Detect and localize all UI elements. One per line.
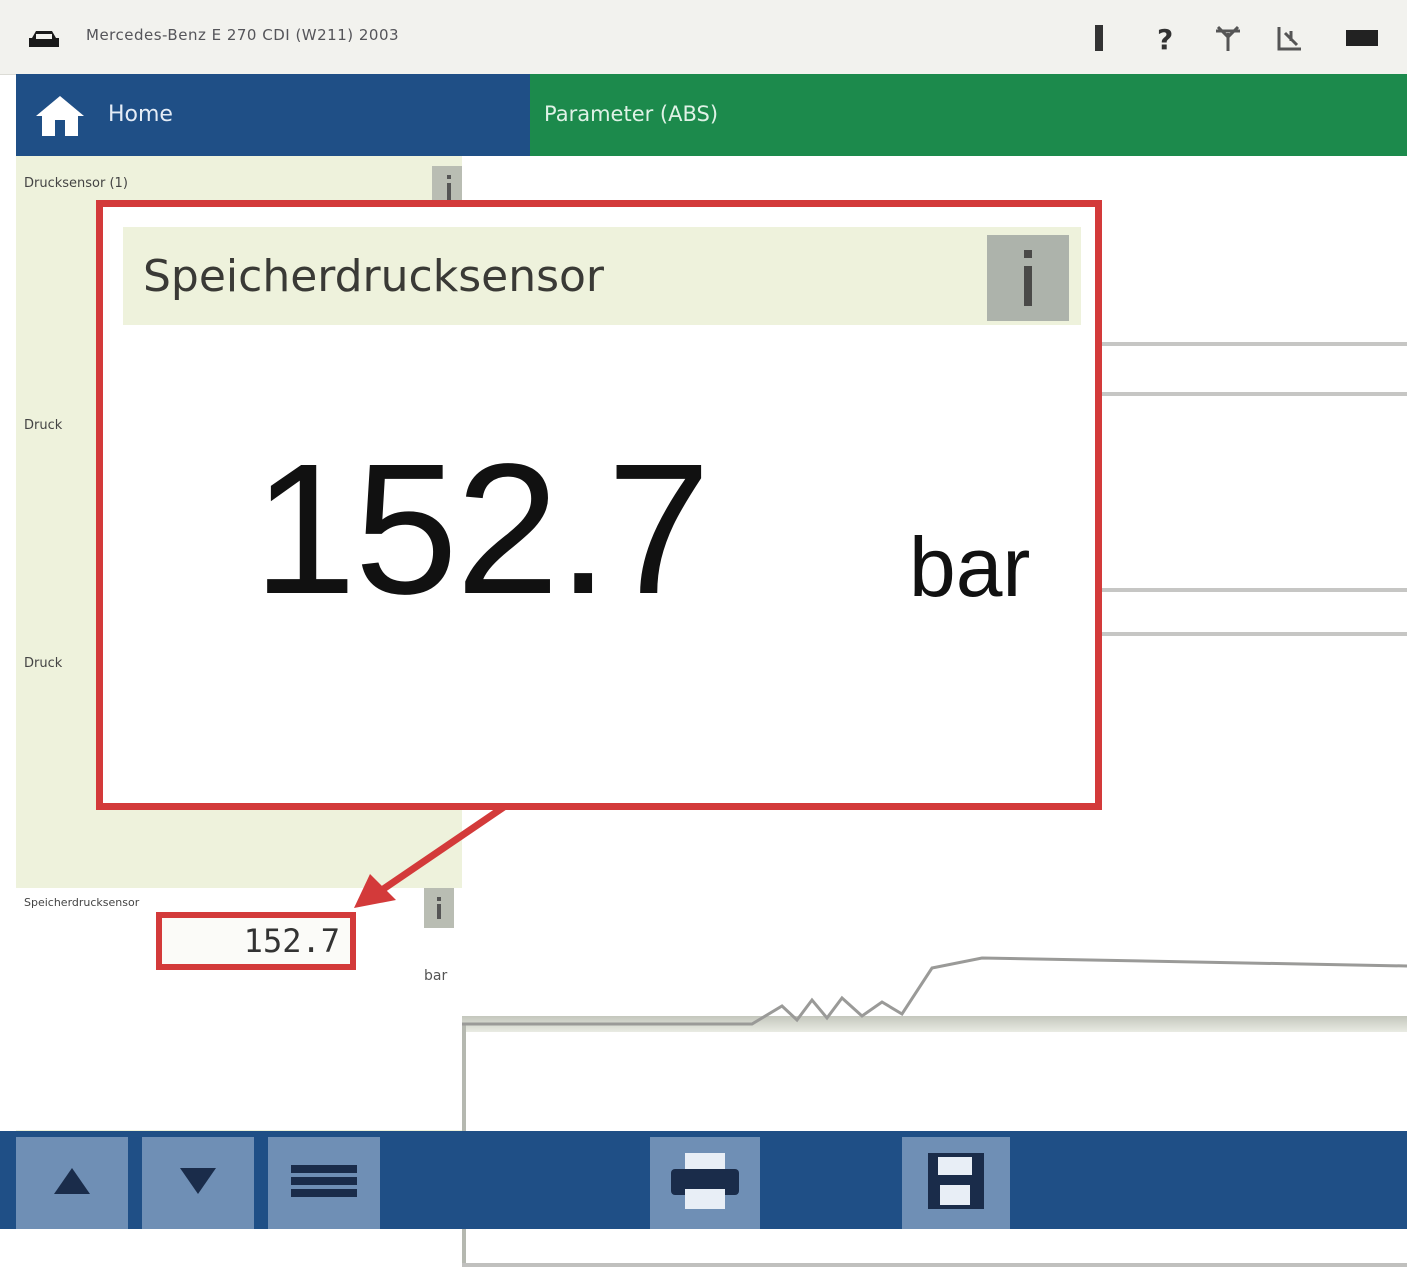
menu-button[interactable]: [268, 1137, 380, 1229]
home-tab[interactable]: Home: [16, 74, 530, 156]
signal-icon: [1210, 20, 1246, 56]
window-title: Mercedes-Benz E 270 CDI (W211) 2003: [86, 26, 400, 44]
home-label: Home: [108, 102, 173, 127]
svg-text:?: ?: [1157, 23, 1173, 53]
title-bar: Mercedes-Benz E 270 CDI (W211) 2003 ?: [0, 0, 1407, 75]
window-icon[interactable]: [1340, 20, 1384, 56]
param-label-4: Speicherdrucksensor: [24, 896, 140, 909]
connection-icon: [1272, 20, 1308, 56]
print-button[interactable]: [650, 1137, 760, 1229]
graph-line: [1092, 632, 1407, 636]
param-label-2: Druck: [24, 418, 63, 433]
graph-line: [1092, 342, 1407, 346]
popup-header: Speicherdrucksensor: [123, 227, 1081, 325]
print-icon: [667, 1151, 743, 1215]
save-button[interactable]: [902, 1137, 1010, 1229]
help-icon[interactable]: ?: [1150, 20, 1180, 56]
battery-icon: [1088, 20, 1110, 56]
save-icon: [924, 1149, 988, 1217]
graph-line: [1092, 392, 1407, 396]
tab-parameter-label: Parameter (ABS): [544, 102, 719, 126]
bottom-toolbar: [0, 1131, 1407, 1229]
popup-title: Speicherdrucksensor: [143, 251, 605, 302]
graph-trace: [462, 956, 1407, 1026]
car-icon: [28, 28, 60, 54]
arrow-up-icon: [52, 1166, 92, 1200]
param-label-3: Druck: [24, 656, 63, 671]
popup-unit: bar: [909, 520, 1031, 614]
scroll-up-button[interactable]: [16, 1137, 128, 1229]
scroll-down-button[interactable]: [142, 1137, 254, 1229]
arrow-down-icon: [178, 1166, 218, 1200]
param-unit: bar: [424, 968, 448, 984]
param-label-1: Drucksensor (1): [24, 176, 128, 191]
home-icon: [34, 94, 86, 142]
graph-line: [1092, 588, 1407, 592]
info-icon[interactable]: [987, 235, 1069, 321]
param-value-highlight: 152.7: [156, 912, 356, 970]
tab-parameter[interactable]: Parameter (ABS): [530, 74, 1407, 156]
list-icon: [289, 1161, 359, 1205]
value-popup: Speicherdrucksensor 152.7 bar: [96, 200, 1102, 810]
graph-baseline: [462, 1263, 1407, 1267]
popup-value: 152.7: [253, 426, 710, 633]
